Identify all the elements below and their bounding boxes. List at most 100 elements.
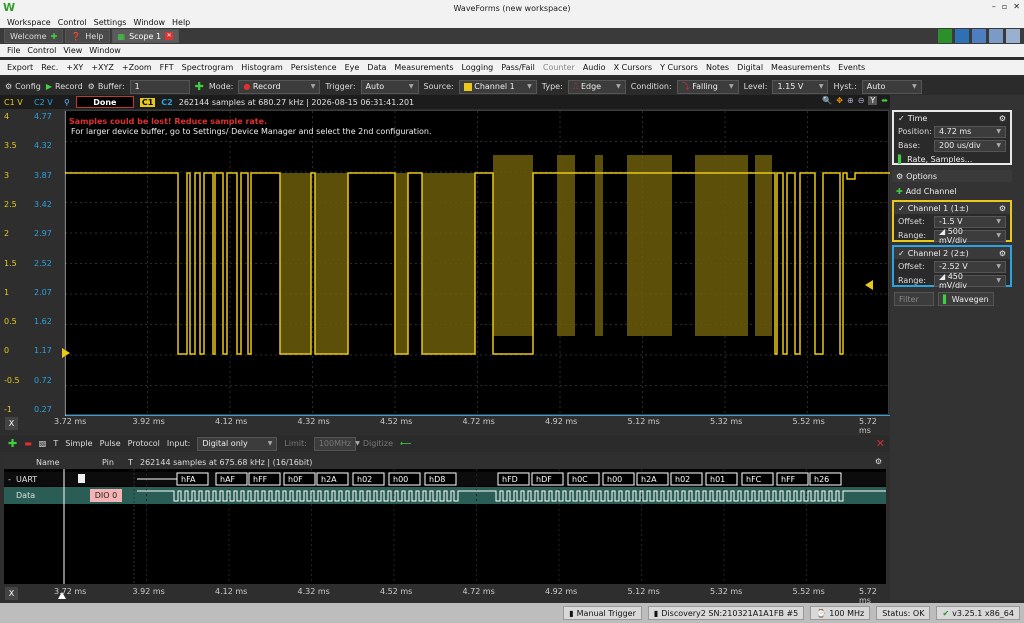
- y-axis-icon[interactable]: Y: [868, 96, 878, 105]
- buffer-input[interactable]: 1: [129, 79, 190, 94]
- add-signal-icon[interactable]: ✚: [8, 437, 17, 450]
- check-icon[interactable]: ✓: [898, 249, 905, 258]
- limit-select[interactable]: 100MHz ▼: [313, 436, 360, 451]
- menu-window[interactable]: Window: [133, 18, 165, 27]
- toolbar-fft[interactable]: FFT: [160, 63, 174, 72]
- source-select[interactable]: Channel 1 ▼: [458, 79, 537, 94]
- save-icon[interactable]: [972, 29, 986, 43]
- logic-trigger-marker[interactable]: [58, 592, 66, 599]
- menu-help[interactable]: Help: [172, 18, 190, 27]
- protocol-button[interactable]: Protocol: [128, 439, 160, 448]
- toolbar-x-cursors[interactable]: X Cursors: [614, 63, 653, 72]
- time-gear-icon[interactable]: ⚙: [999, 114, 1006, 123]
- toolbar-histogram[interactable]: Histogram: [241, 63, 283, 72]
- cursor-move-icon[interactable]: ✥: [836, 96, 843, 105]
- menu-workspace[interactable]: Workspace: [7, 18, 51, 27]
- simple-button[interactable]: Simple: [65, 439, 92, 448]
- toolbar-audio[interactable]: Audio: [583, 63, 606, 72]
- c1-offset-marker[interactable]: [62, 348, 70, 358]
- type-select[interactable]: ⎍ Edge ▼: [567, 79, 626, 94]
- close-logic-plot-button[interactable]: X: [5, 587, 18, 600]
- position-input[interactable]: 4.72 ms ▼: [934, 125, 1006, 138]
- c1-tag[interactable]: C1: [139, 97, 156, 107]
- close-button[interactable]: ✕: [1013, 2, 1020, 11]
- document-icon[interactable]: [78, 474, 85, 483]
- toolbar-eye[interactable]: Eye: [345, 63, 360, 72]
- add-channel-button[interactable]: ✚ Add Channel: [892, 185, 1012, 197]
- base-input[interactable]: 200 us/div ▼: [934, 139, 1006, 152]
- add-tab-icon[interactable]: ✚: [51, 32, 58, 41]
- add-buffer-icon[interactable]: ✚: [195, 80, 204, 93]
- pin-icon[interactable]: ⚲: [64, 98, 70, 107]
- toolbar-rec[interactable]: Rec.: [41, 63, 58, 72]
- toolbar-zoom[interactable]: +Zoom: [122, 63, 152, 72]
- c2-tag[interactable]: C2: [161, 98, 172, 107]
- toolbar-digital[interactable]: Digital: [737, 63, 763, 72]
- options-header[interactable]: ⚙ Options: [892, 170, 1012, 182]
- close-plot-button[interactable]: X: [5, 417, 18, 430]
- scope-menu-control[interactable]: Control: [27, 46, 56, 55]
- trigger-level-marker[interactable]: [865, 280, 873, 290]
- expand-toggle-icon[interactable]: -: [8, 475, 11, 484]
- edit-icon[interactable]: ▧: [39, 439, 47, 448]
- toolbar-counter[interactable]: Counter: [543, 63, 575, 72]
- toolbar-xy[interactable]: +XY: [66, 63, 83, 72]
- zoom-icon[interactable]: 🔍: [822, 96, 832, 105]
- remove-signal-icon[interactable]: ▬: [24, 439, 32, 448]
- arrow-left-icon[interactable]: ⟵: [400, 439, 411, 448]
- toolbar-y-cursors[interactable]: Y Cursors: [660, 63, 698, 72]
- tab-welcome[interactable]: Welcome ✚: [4, 29, 64, 43]
- toolbar-data[interactable]: Data: [367, 63, 386, 72]
- toolbar-persistence[interactable]: Persistence: [291, 63, 337, 72]
- config-button[interactable]: ⚙ Config: [5, 82, 41, 91]
- trigger-t-icon[interactable]: T: [53, 439, 58, 448]
- oscilloscope-plot[interactable]: Samples could be lost! Reduce sample rat…: [64, 110, 890, 416]
- input-select[interactable]: Digital only ▼: [197, 436, 278, 451]
- layout-icon[interactable]: [989, 29, 1003, 43]
- scope-menu-file[interactable]: File: [7, 46, 20, 55]
- wavegen-button[interactable]: ▌ Wavegen: [938, 292, 994, 306]
- ch1-range-input[interactable]: ◢ 500 mV/div ▼: [934, 227, 1006, 245]
- device-button[interactable]: ▮ Discovery2 SN:210321A1A1FB #5: [647, 606, 805, 620]
- menu-control[interactable]: Control: [58, 18, 87, 27]
- logic-gear-icon[interactable]: ⚙: [875, 457, 882, 466]
- condition-select[interactable]: ⤵ Falling ▼: [676, 79, 739, 94]
- record-button[interactable]: ▶ Record: [46, 82, 83, 91]
- level-input[interactable]: 1.15 V ▼: [772, 79, 829, 94]
- uart-row[interactable]: - UART: [4, 472, 886, 486]
- logic-analyzer[interactable]: - UART Data DIO 0 hFA hAF hFF h0F h2A h02 h00 h…: [4, 469, 886, 584]
- toolbar-export[interactable]: Export: [7, 63, 33, 72]
- toolbar-spectrogram[interactable]: Spectrogram: [182, 63, 234, 72]
- buffer-gear-icon[interactable]: ⚙: [88, 82, 95, 91]
- toolbar-measurements[interactable]: Measurements: [394, 63, 453, 72]
- toolbar-measurements-2[interactable]: Measurements: [771, 63, 830, 72]
- menu-settings[interactable]: Settings: [94, 18, 127, 27]
- mode-select[interactable]: ● Record ▼: [238, 79, 321, 94]
- windows-icon[interactable]: [1006, 29, 1020, 43]
- toolbar-notes[interactable]: Notes: [706, 63, 729, 72]
- rate-samples-button[interactable]: ▌ Rate, Samples...: [894, 153, 1010, 165]
- toolbar-events[interactable]: Events: [838, 63, 865, 72]
- tab-help[interactable]: ❓ Help: [65, 29, 110, 43]
- zoom-out-icon[interactable]: ⊖: [858, 96, 865, 105]
- toolbar-xyz[interactable]: +XYZ: [91, 63, 114, 72]
- zoom-in-icon[interactable]: ⊕: [847, 96, 854, 105]
- manual-trigger-button[interactable]: ▮ Manual Trigger: [563, 606, 642, 620]
- minimize-button[interactable]: –: [992, 2, 996, 11]
- maximize-button[interactable]: ▫: [1002, 2, 1007, 11]
- tab-scope-1[interactable]: ▦ Scope 1 ✕: [111, 29, 180, 43]
- toolbar-logging[interactable]: Logging: [461, 63, 493, 72]
- run-all-icon[interactable]: [938, 29, 952, 43]
- pulse-button[interactable]: Pulse: [100, 439, 121, 448]
- close-tab-icon[interactable]: ✕: [165, 32, 174, 40]
- ch2-range-input[interactable]: ◢ 450 mV/div ▼: [934, 272, 1006, 290]
- check-icon[interactable]: ✓: [898, 114, 905, 123]
- filter-button[interactable]: Filter: [894, 292, 934, 306]
- close-logic-icon[interactable]: ✕: [876, 437, 885, 450]
- trigger-select[interactable]: Auto ▼: [360, 79, 419, 94]
- clock-button[interactable]: ⌚ 100 MHz: [810, 606, 871, 620]
- check-icon[interactable]: ✓: [898, 204, 905, 213]
- stop-all-icon[interactable]: [955, 29, 969, 43]
- digitize-button[interactable]: Digitize: [363, 439, 393, 448]
- scope-menu-window[interactable]: Window: [89, 46, 121, 55]
